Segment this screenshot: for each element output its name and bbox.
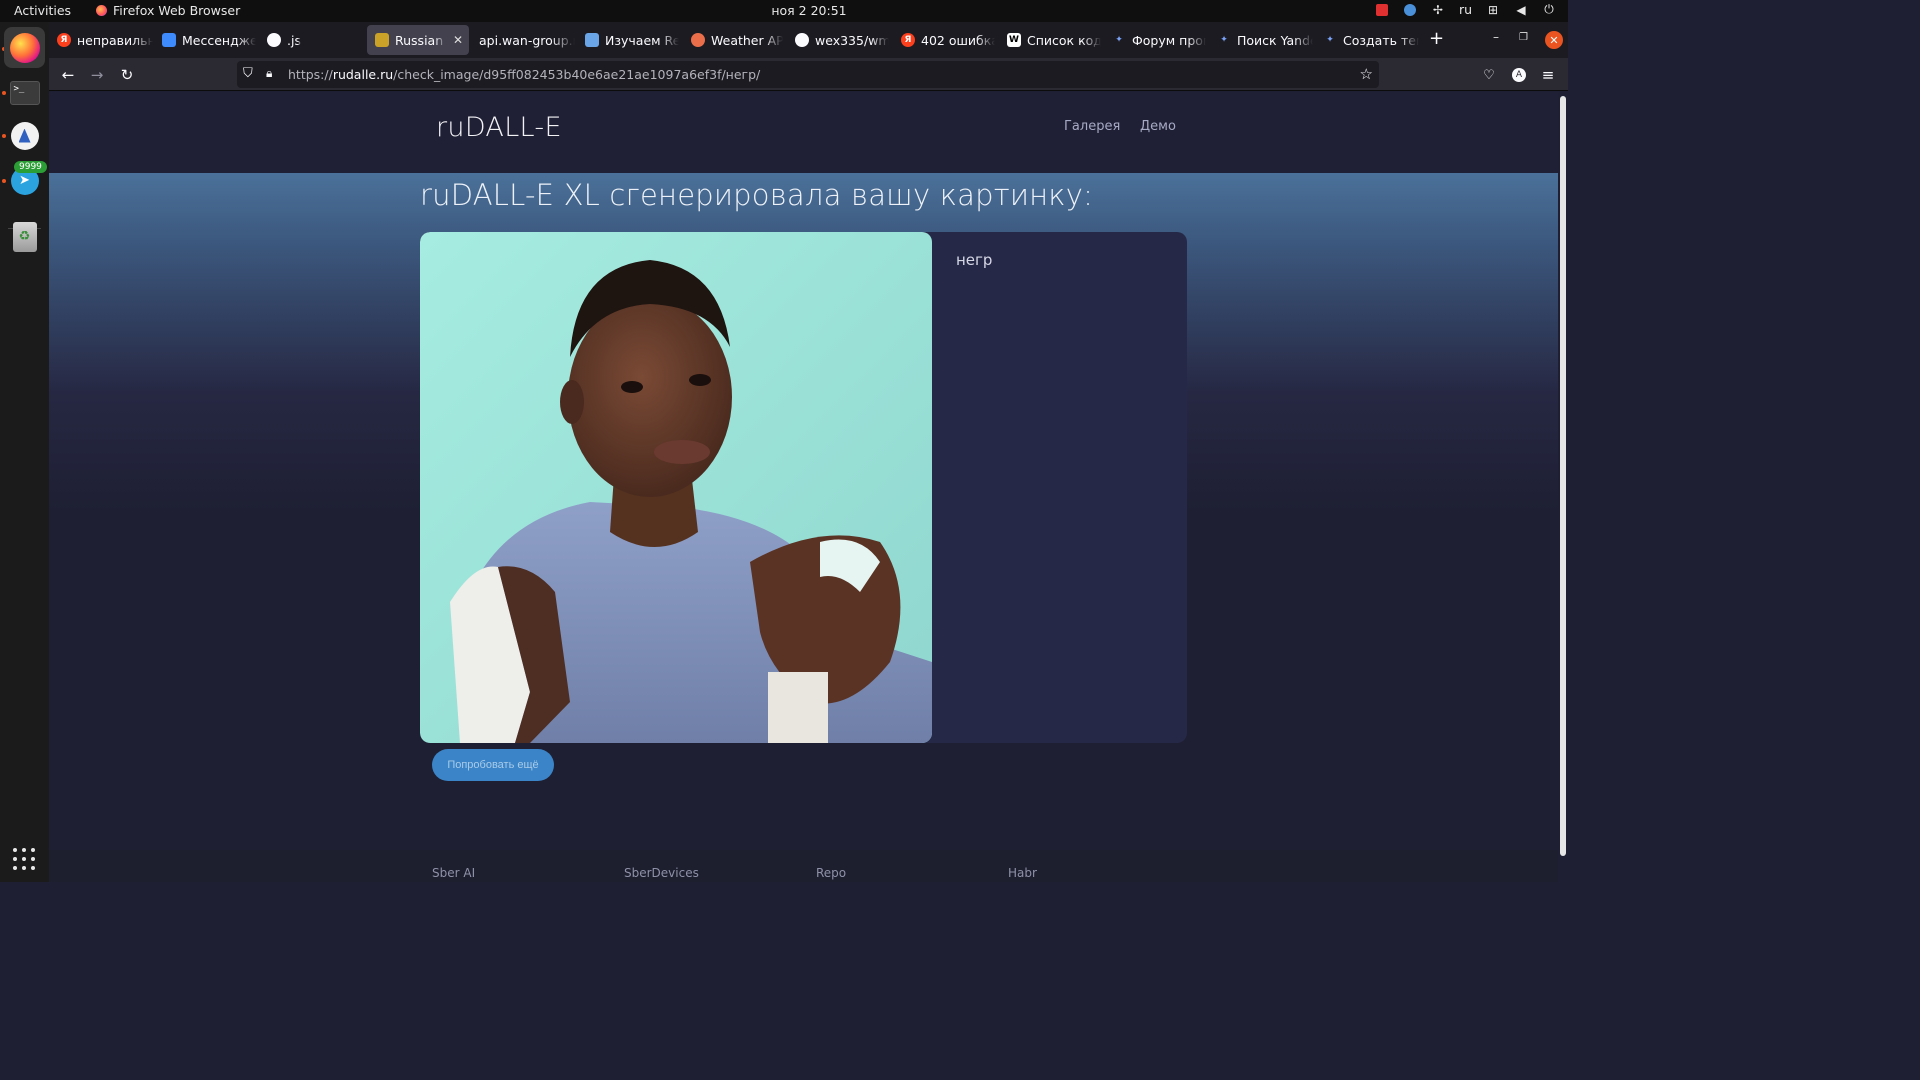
firefox-icon[interactable] — [4, 27, 45, 68]
tab-title: Поиск Yande — [1237, 32, 1313, 48]
sparkle-favicon-icon: ✦ — [1220, 35, 1228, 45]
terminal-icon[interactable]: >_ — [4, 72, 45, 113]
dock: >_ ➤ 9999 ♻ — [0, 22, 49, 882]
forward-icon[interactable]: → — [86, 64, 108, 86]
footer-link-habr[interactable]: Habr — [1008, 866, 1037, 880]
network-icon[interactable]: ⊞ — [1486, 3, 1500, 17]
generated-image — [420, 232, 932, 743]
site-logo[interactable]: ruDALL-E — [436, 112, 562, 143]
url-bar[interactable]: ⛉ 🔒︎ https://rudalle.ru/check_image/d95f… — [237, 61, 1379, 88]
tab-title: Weather API — [711, 32, 783, 48]
system-tray: ✢ ru ⊞ ◀ ⏻ — [1375, 2, 1556, 17]
web-page: ruDALL-E Галерея Демо ruDALL-E XL сгенер… — [49, 92, 1558, 882]
messenger-favicon-icon — [162, 33, 176, 47]
accessibility-icon[interactable]: ✢ — [1431, 3, 1445, 17]
wiki-favicon-icon: W — [1007, 33, 1021, 47]
rudalle-favicon-icon — [375, 33, 389, 47]
tab[interactable]: Изучаем Re — [577, 25, 679, 55]
pocket-icon[interactable]: ♡ — [1478, 64, 1500, 86]
new-tab-icon[interactable]: + — [1429, 30, 1444, 48]
tab[interactable]: ✦ Создать тем — [1315, 25, 1419, 55]
tab-title: 402 ошибка — [921, 32, 995, 48]
tab[interactable]: wex335/wm — [787, 25, 889, 55]
url-text[interactable]: https://rudalle.ru/check_image/d95ff0824… — [288, 67, 760, 82]
tab[interactable]: Я неправильн — [49, 25, 153, 55]
site-header: ruDALL-E Галерея Демо — [49, 92, 1558, 173]
firefox-small-icon — [96, 5, 107, 16]
prompt-text: негр — [956, 251, 993, 269]
keyboard-layout-indicator[interactable]: ru — [1459, 2, 1472, 17]
globe-icon[interactable] — [1403, 3, 1417, 17]
minimize-icon[interactable]: – — [1493, 30, 1499, 44]
trash-icon[interactable]: ♻ — [4, 216, 45, 257]
tab-title: .js — [287, 32, 301, 48]
tab-active[interactable]: Russian DA ✕ — [367, 25, 469, 55]
tab-title: неправильн — [77, 32, 153, 48]
footer-link-repo[interactable]: Repo — [816, 866, 846, 880]
sparkle-favicon-icon: ✦ — [1326, 35, 1334, 45]
tab[interactable]: Я 402 ошибка — [893, 25, 995, 55]
app-menu[interactable]: Firefox Web Browser — [96, 3, 240, 18]
tab-title: Форум прог — [1132, 32, 1206, 48]
menu-icon[interactable]: ≡ — [1537, 64, 1559, 86]
scrollbar-thumb[interactable] — [1560, 96, 1566, 856]
tab-title: Изучаем Re — [605, 32, 679, 48]
activities-button[interactable]: Activities — [14, 3, 71, 18]
result-card: негр — [420, 232, 1187, 743]
tab[interactable]: Weather API — [683, 25, 783, 55]
volume-icon[interactable]: ◀ — [1514, 3, 1528, 17]
yandex-favicon-icon: Я — [57, 33, 71, 47]
tab[interactable]: .js — [259, 25, 363, 55]
github-favicon-icon — [267, 33, 281, 47]
nav-toolbar: ← → ↻ ⛉ 🔒︎ https://rudalle.ru/check_imag… — [49, 58, 1568, 91]
tab-title: wex335/wm — [815, 32, 889, 48]
sparkle-favicon-icon: ✦ — [1115, 35, 1123, 45]
nav-demo-link[interactable]: Демо — [1140, 119, 1176, 134]
screen-record-icon[interactable] — [1375, 3, 1389, 17]
app-menu-label: Firefox Web Browser — [113, 3, 241, 18]
close-window-icon[interactable]: ✕ — [1545, 31, 1563, 49]
try-again-button[interactable]: Попробовать ещё — [432, 749, 554, 781]
restore-icon[interactable]: ❐ — [1519, 32, 1528, 43]
tab-strip: Я неправильн Мессенджер .js Russian DA ✕… — [49, 22, 1568, 58]
tab-title: Создать тем — [1343, 32, 1419, 48]
system-top-bar: Activities Firefox Web Browser ноя 2 20:… — [0, 0, 1568, 22]
tracking-protection-icon[interactable]: ⛉ — [243, 66, 253, 81]
page-title: ruDALL-E XL сгенерировала вашу картинку: — [420, 178, 1094, 212]
page-favicon-icon — [585, 33, 599, 47]
reload-icon[interactable]: ↻ — [116, 64, 138, 86]
weather-favicon-icon — [691, 33, 705, 47]
telegram-unread-badge: 9999 — [14, 161, 47, 173]
show-apps-icon[interactable] — [13, 848, 35, 870]
github-favicon-icon — [795, 33, 809, 47]
tab[interactable]: ✦ Поиск Yande — [1209, 25, 1313, 55]
back-icon[interactable]: ← — [57, 64, 79, 86]
bookmark-star-icon[interactable]: ☆ — [1360, 65, 1373, 83]
tab-title: Russian DA — [395, 32, 447, 48]
anydesk-icon[interactable] — [4, 115, 45, 156]
lock-icon[interactable]: 🔒︎ — [266, 66, 272, 81]
close-tab-icon[interactable]: ✕ — [453, 33, 463, 47]
nav-gallery-link[interactable]: Галерея — [1064, 119, 1120, 134]
tab-title: Мессенджер — [182, 32, 256, 48]
account-icon[interactable]: A — [1508, 64, 1530, 86]
footer-link-sber-ai[interactable]: Sber AI — [432, 866, 475, 880]
tab[interactable]: W Список кодо — [999, 25, 1101, 55]
tab-title: Список кодо — [1027, 32, 1101, 48]
tab[interactable]: api.wan-group.r — [471, 25, 575, 55]
tab[interactable]: Мессенджер — [154, 25, 256, 55]
page-scrollbar[interactable] — [1558, 92, 1568, 882]
power-icon[interactable]: ⏻ — [1542, 2, 1556, 17]
tab[interactable]: ✦ Форум прог — [1104, 25, 1206, 55]
tab-title: api.wan-group.r — [479, 32, 575, 48]
yandex-favicon-icon: Я — [901, 33, 915, 47]
site-footer: Sber AI SberDevices Repo Habr — [49, 850, 1558, 882]
footer-link-sberdevices[interactable]: SberDevices — [624, 866, 699, 880]
